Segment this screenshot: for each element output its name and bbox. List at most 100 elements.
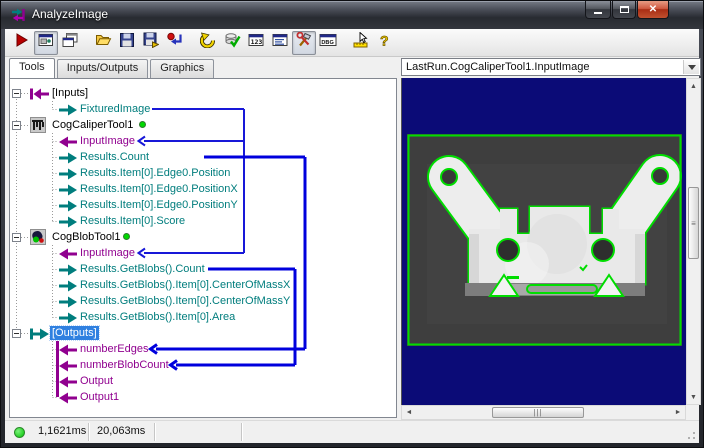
profiler-button[interactable] bbox=[349, 31, 373, 55]
tree-item-label: CogCaliperTool1 bbox=[52, 119, 134, 131]
tree-item-label: [Outputs] bbox=[49, 325, 100, 341]
tree-item-label: Results.Item[0].Edge0.Position bbox=[80, 167, 231, 179]
debug-window-button[interactable]: DBG bbox=[316, 31, 340, 55]
collapse-toggle-icon[interactable] bbox=[12, 233, 21, 242]
tree-row-results-getblobs-item-0-centerofmassy[interactable]: Results.GetBlobs().Item[0].CenterOfMassY bbox=[10, 293, 396, 309]
tree-row-numberblobcount[interactable]: numberBlobCount bbox=[10, 357, 396, 373]
tree-item-label: Results.GetBlobs().Item[0].Area bbox=[80, 311, 236, 323]
svg-text:123: 123 bbox=[251, 38, 263, 46]
running-indicator-icon bbox=[123, 233, 131, 240]
tree-row-cogcalipertool1[interactable]: CogCaliperTool1 bbox=[10, 117, 396, 133]
analyzeimage-window: AnalyzeImage ✕ 123 DBG? Tools Inputs/Outpu… bbox=[0, 0, 704, 448]
tree-item-label: numberEdges bbox=[80, 343, 149, 355]
tab-tools[interactable]: Tools bbox=[9, 58, 55, 78]
tree-item-label: InputImage bbox=[80, 247, 136, 259]
tree-item-label: Results.GetBlobs().Item[0].CenterOfMassX bbox=[80, 279, 291, 291]
tree-row-output[interactable]: Output bbox=[10, 373, 396, 389]
tree-row-output1[interactable]: Output1 bbox=[10, 389, 396, 405]
status-bar: 1,1621ms 20,063ms bbox=[5, 420, 699, 443]
close-button[interactable]: ✕ bbox=[637, 1, 669, 19]
tab-graphics[interactable]: Graphics bbox=[150, 59, 215, 78]
tree-row-results-getblobs-count[interactable]: Results.GetBlobs().Count bbox=[10, 261, 396, 277]
tool-editor-button[interactable] bbox=[292, 30, 316, 55]
tree-row-fixturedimage[interactable]: FixturedImage bbox=[10, 101, 396, 117]
tree-row-numberedges[interactable]: numberEdges bbox=[10, 341, 396, 357]
job-window-icon bbox=[38, 32, 54, 53]
collapse-toggle-icon[interactable] bbox=[12, 329, 21, 338]
tree-row-inputs[interactable]: [Inputs] bbox=[10, 85, 396, 101]
horizontal-scroll-thumb[interactable]: ||| bbox=[492, 407, 584, 418]
open-folder-icon bbox=[95, 32, 112, 53]
tree-row-cogblobtool1[interactable]: CogBlobTool1 bbox=[10, 229, 396, 245]
scroll-right-button[interactable]: ► bbox=[671, 406, 685, 419]
toolbar: 123 DBG? bbox=[5, 29, 699, 57]
maximize-icon bbox=[619, 6, 629, 13]
tree-row-results-item-0-score[interactable]: Results.Item[0].Score bbox=[10, 213, 396, 229]
titlebar[interactable]: AnalyzeImage ✕ bbox=[1, 1, 703, 29]
tree-item-label: Results.Count bbox=[80, 151, 150, 163]
collapse-toggle-icon[interactable] bbox=[12, 121, 21, 130]
float-job-window-button[interactable] bbox=[58, 31, 82, 55]
run-button[interactable] bbox=[10, 31, 34, 55]
tree-row-results-getblobs-item-0-area[interactable]: Results.GetBlobs().Item[0].Area bbox=[10, 309, 396, 325]
input-arrow-icon bbox=[58, 391, 78, 409]
open-button[interactable] bbox=[91, 31, 115, 55]
resize-grip[interactable] bbox=[685, 429, 697, 441]
tree-item-label: CogBlobTool1 bbox=[52, 231, 121, 243]
save-button[interactable] bbox=[115, 31, 139, 55]
left-panel: Tools Inputs/Outputs Graphics [Inputs] Fixt… bbox=[7, 57, 399, 420]
tree-item-label: Output bbox=[80, 375, 114, 387]
image-viewer-panel: LastRun.CogCaliperTool1.InputImage ▲ ≡ ▼… bbox=[401, 57, 701, 420]
tree-row-results-item-0-edge0-positiony[interactable]: Results.Item[0].Edge0.PositionY bbox=[10, 197, 396, 213]
display-selector-dropdown[interactable]: LastRun.CogCaliperTool1.InputImage bbox=[401, 58, 701, 76]
tab-strip: Tools Inputs/Outputs Graphics bbox=[9, 58, 216, 78]
status-time-2: 20,063ms bbox=[97, 425, 146, 437]
close-icon: ✕ bbox=[648, 3, 658, 15]
help-button[interactable]: ? bbox=[373, 31, 397, 55]
reset-icon bbox=[167, 32, 183, 53]
numeric-results-button[interactable]: 123 bbox=[244, 31, 268, 55]
horizontal-scrollbar[interactable]: ◄ ||| ► bbox=[401, 405, 686, 420]
reset-button[interactable] bbox=[163, 31, 187, 55]
tree-row-results-count[interactable]: Results.Count bbox=[10, 149, 396, 165]
image-display-area[interactable] bbox=[401, 78, 686, 405]
tree-row-inputimage[interactable]: InputImage bbox=[10, 133, 396, 149]
content: Tools Inputs/Outputs Graphics [Inputs] Fixt… bbox=[5, 57, 701, 420]
help-icon: ? bbox=[379, 32, 391, 53]
log-window-button[interactable] bbox=[268, 31, 292, 55]
tree-item-label: FixturedImage bbox=[80, 103, 151, 115]
minimize-button[interactable] bbox=[585, 1, 611, 19]
tree-row-outputs[interactable]: [Outputs] bbox=[10, 325, 396, 341]
tree-item-label: Results.GetBlobs().Item[0].CenterOfMassY bbox=[80, 295, 291, 307]
tools-icon bbox=[296, 31, 312, 53]
show-job-window-button[interactable] bbox=[34, 30, 58, 55]
save-as-icon bbox=[143, 32, 160, 53]
vertical-scroll-thumb[interactable]: ≡ bbox=[688, 187, 699, 259]
job-float-icon bbox=[62, 32, 78, 53]
maximize-button[interactable] bbox=[612, 1, 636, 19]
tree-row-results-item-0-edge0-position[interactable]: Results.Item[0].Edge0.Position bbox=[10, 165, 396, 181]
scroll-up-button[interactable]: ▲ bbox=[687, 79, 700, 93]
scroll-left-button[interactable]: ◄ bbox=[402, 406, 416, 419]
save-as-button[interactable] bbox=[139, 31, 163, 55]
validate-button[interactable] bbox=[220, 31, 244, 55]
svg-text:DBG: DBG bbox=[321, 40, 333, 46]
tree-row-results-getblobs-item-0-centerofmassx[interactable]: Results.GetBlobs().Item[0].CenterOfMassX bbox=[10, 277, 396, 293]
scroll-down-button[interactable]: ▼ bbox=[687, 390, 700, 404]
minimize-icon bbox=[594, 11, 602, 14]
client-frame: 123 DBG? Tools Inputs/Outputs Graphics [Inp… bbox=[5, 29, 701, 443]
undo-button[interactable] bbox=[196, 31, 220, 55]
tree-item-label: [Inputs] bbox=[52, 87, 89, 99]
run-icon bbox=[14, 32, 30, 53]
save-icon bbox=[119, 32, 135, 53]
tool-tree-panel: [Inputs] FixturedImage CogCaliperTool1 Inpu… bbox=[9, 78, 397, 418]
collapse-toggle-icon[interactable] bbox=[12, 89, 21, 98]
tree-row-inputimage[interactable]: InputImage bbox=[10, 245, 396, 261]
tab-inputs-outputs[interactable]: Inputs/Outputs bbox=[56, 59, 149, 78]
tree-row-results-item-0-edge0-positionx[interactable]: Results.Item[0].Edge0.PositionX bbox=[10, 181, 396, 197]
display-selector-value: LastRun.CogCaliperTool1.InputImage bbox=[406, 61, 590, 73]
undo-icon bbox=[199, 32, 216, 53]
chevron-down-icon[interactable] bbox=[683, 60, 699, 74]
tree-item-label: Results.Item[0].Score bbox=[80, 215, 186, 227]
vertical-scrollbar[interactable]: ▲ ≡ ▼ bbox=[686, 78, 701, 405]
